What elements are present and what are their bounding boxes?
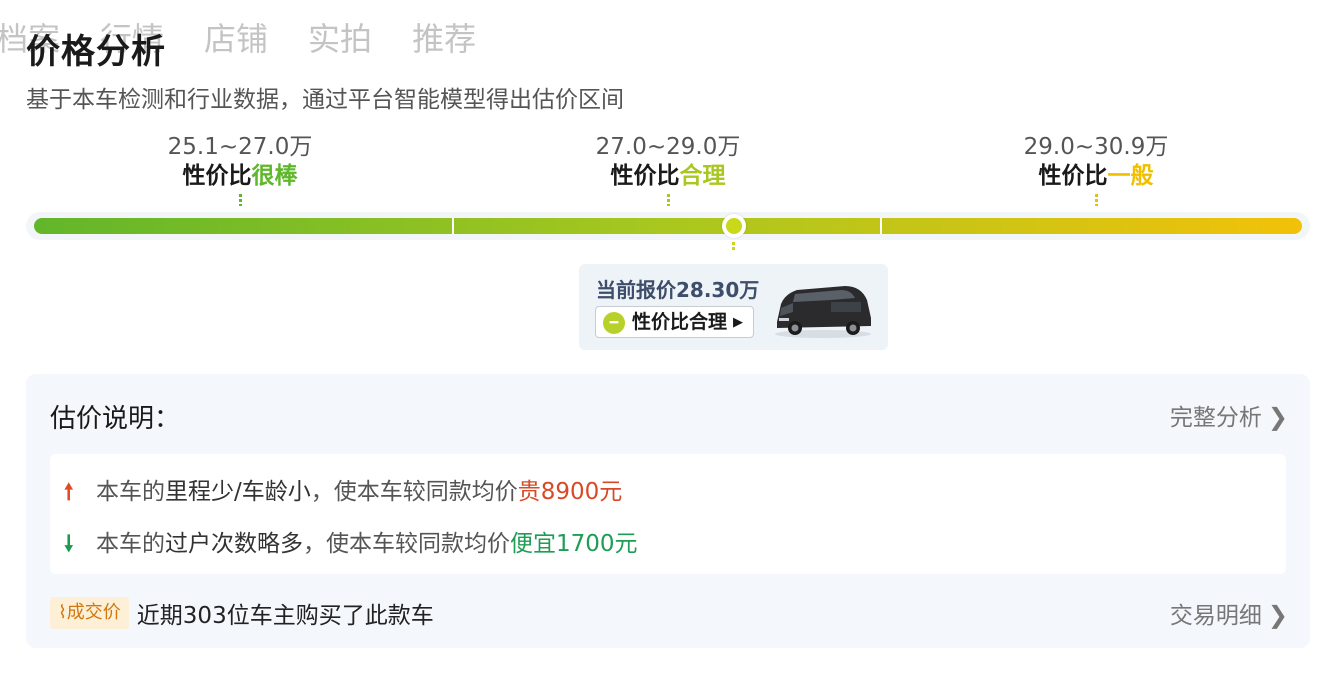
pen-icon: ⌇: [58, 602, 67, 623]
marker-pointer-dots: [732, 242, 735, 252]
range-average: 29.0~30.9万 性价比一般: [946, 132, 1246, 206]
value-rating-badge[interactable]: ━ 性价比合理 ▶: [595, 306, 755, 338]
current-price-text: 当前报价28.30万: [596, 278, 760, 302]
current-price-card[interactable]: 当前报价28.30万 ━ 性价比合理 ▶: [579, 264, 888, 350]
badge-label: 性价比合理: [632, 311, 728, 333]
range-fair: 27.0~29.0万 性价比合理: [518, 132, 818, 206]
range-pointer-dots: [1094, 194, 1098, 206]
price-ranges: 25.1~27.0万 性价比很棒 27.0~29.0万 性价比合理 29.0~3…: [26, 132, 1310, 212]
arrow-up-icon: 🠕: [64, 480, 74, 505]
range-price: 25.1~27.0万: [167, 134, 313, 160]
valuation-explanation: 估价说明： 完整分析 ❯ 🠕 本车的里程少/车龄小，使本车较同款均价贵8900元 🠗…: [26, 374, 1310, 648]
chevron-right-icon: ❯: [1267, 601, 1288, 629]
tab-store[interactable]: 店铺: [204, 14, 268, 60]
reason-list: 🠕 本车的里程少/车龄小，使本车较同款均价贵8900元 🠗 本车的过户次数略多，使本…: [50, 454, 1286, 574]
page-title: 价格分析: [26, 32, 166, 72]
range-level: 合理: [679, 163, 726, 189]
tab-photos[interactable]: 实拍: [308, 14, 372, 60]
transaction-details-link[interactable]: 交易明细 ❯: [1170, 596, 1288, 630]
price-analysis-panel: 档案 行情 店铺 实拍 推荐 价格分析 基于本车检测和行业数据，通过平台智能模型…: [0, 0, 1336, 674]
range-price: 27.0~29.0万: [595, 134, 741, 160]
full-analysis-link[interactable]: 完整分析 ❯: [1170, 398, 1288, 432]
page-subtitle: 基于本车检测和行业数据，通过平台智能模型得出估价区间: [26, 87, 624, 113]
arrow-down-icon: 🠗: [64, 532, 74, 557]
range-label: 性价比很棒: [182, 163, 298, 189]
chevron-right-icon: ❯: [1267, 403, 1288, 431]
range-label: 性价比合理: [610, 163, 726, 189]
reason-item: 🠗 本车的过户次数略多，使本车较同款均价便宜1700元: [64, 524, 638, 557]
minus-circle-icon: ━: [603, 312, 625, 334]
range-level: 一般: [1107, 163, 1154, 189]
range-price: 29.0~30.9万: [1023, 134, 1169, 160]
play-arrow-icon: ▶: [733, 315, 744, 330]
range-level: 很棒: [251, 163, 298, 189]
explain-heading: 估价说明：: [50, 404, 181, 434]
reason-item: 🠕 本车的里程少/车龄小，使本车较同款均价贵8900元: [64, 472, 622, 505]
track-divider: [452, 218, 454, 234]
track-divider: [880, 218, 882, 234]
deal-summary: ⌇成交价 近期303位车主购买了此款车: [50, 596, 434, 629]
range-label: 性价比一般: [1038, 163, 1154, 189]
deal-price-tag: ⌇成交价: [50, 597, 129, 629]
tab-recommend[interactable]: 推荐: [412, 14, 476, 60]
range-great: 25.1~27.0万 性价比很棒: [90, 132, 390, 206]
range-pointer-dots: [666, 194, 670, 206]
deal-text: 近期303位车主购买了此款车: [136, 603, 434, 629]
range-pointer-dots: [238, 194, 242, 206]
current-price-marker: [722, 214, 746, 238]
price-gradient-bar: [34, 218, 1302, 234]
price-track: [26, 212, 1310, 240]
car-thumbnail: [775, 286, 871, 338]
